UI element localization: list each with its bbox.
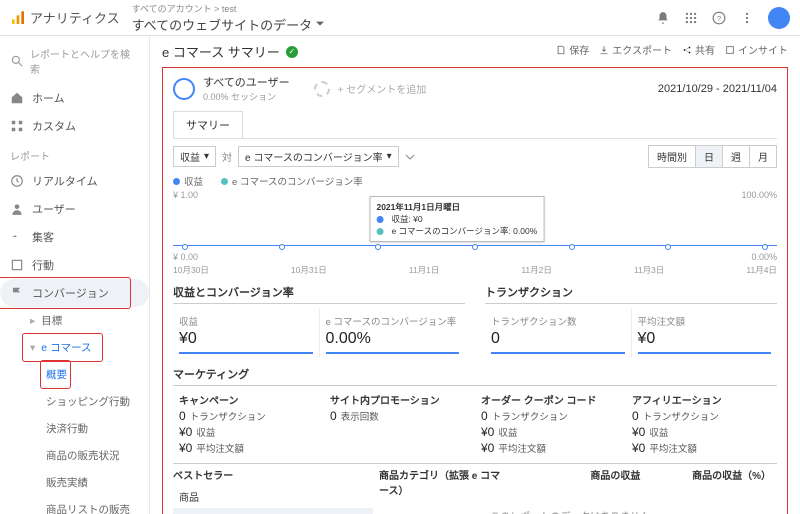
- best-table-header: 商品カテゴリ（拡張 e コマース）商品の収益商品の収益（%）: [373, 464, 777, 500]
- marketing-header: マーケティング: [173, 366, 777, 386]
- y-left-min: ¥ 0.00: [173, 252, 198, 262]
- sidebar-overview[interactable]: 概要: [0, 361, 149, 388]
- segment-all-users[interactable]: すべてのユーザー0.00% セッション: [173, 74, 290, 103]
- y-right-min: 0.00%: [751, 252, 777, 262]
- sidebar-realtime[interactable]: リアルタイム: [0, 167, 149, 195]
- add-segment[interactable]: + セグメントを追加: [314, 74, 427, 103]
- plus-circle-icon: [314, 81, 330, 97]
- date-range-picker[interactable]: 2021/10/29 - 2021/11/04: [658, 83, 777, 95]
- avatar[interactable]: [768, 7, 790, 29]
- sidebar-acquisition[interactable]: 集客: [0, 223, 149, 251]
- legend-revenue: 収益: [173, 174, 203, 188]
- sidebar-ecommerce[interactable]: ▾e コマース: [0, 334, 149, 361]
- sidebar-checkout[interactable]: 決済行動: [0, 415, 149, 442]
- best-row-item[interactable]: 商品: [173, 485, 373, 508]
- segment-circle-icon: [173, 78, 195, 100]
- ga-logo[interactable]: アナリティクス: [10, 8, 120, 27]
- toggle-day[interactable]: 日: [695, 146, 722, 167]
- svg-text:?: ?: [717, 13, 721, 22]
- summary-tab[interactable]: サマリー: [173, 111, 243, 138]
- toggle-month[interactable]: 月: [749, 146, 776, 167]
- sidebar-product-sales[interactable]: 商品の販売状況: [0, 442, 149, 469]
- y-left-max: ¥ 1.00: [173, 190, 198, 200]
- sidebar-behavior[interactable]: 行動: [0, 251, 149, 279]
- sidebar-goals[interactable]: ▸目標: [0, 307, 149, 334]
- brand-text: アナリティクス: [30, 8, 120, 27]
- page-title: e コマース サマリー: [162, 42, 280, 61]
- legend-conv: e コマースのコンバージョン率: [221, 174, 363, 188]
- reports-label: レポート: [0, 140, 149, 167]
- sidebar-conversion[interactable]: コンバージョン: [0, 279, 149, 307]
- chevron-down-icon[interactable]: [405, 152, 415, 162]
- apps-icon[interactable]: [684, 11, 698, 25]
- more-vert-icon[interactable]: [740, 11, 754, 25]
- behavior-icon: [10, 258, 24, 272]
- sidebar-shopping[interactable]: ショッピング行動: [0, 388, 149, 415]
- sidebar-sales-perf[interactable]: 販売実績: [0, 469, 149, 496]
- vs-label: 対: [222, 149, 232, 164]
- search-input[interactable]: レポートとヘルプを検索: [0, 42, 149, 84]
- acquisition-icon: [10, 230, 24, 244]
- line-chart[interactable]: 2021年11月1日月曜日 収益: ¥0 e コマースのコンバージョン率: 0.…: [173, 202, 777, 250]
- y-right-max: 100.00%: [741, 190, 777, 200]
- x-axis-ticks: 10月30日10月31日11月1日11月2日11月3日11月4日: [173, 264, 777, 276]
- mkt-affiliate: アフィリエーション 0トランザクション ¥0収益 ¥0平均注文額: [626, 390, 777, 457]
- sidebar-user[interactable]: ユーザー: [0, 195, 149, 223]
- page-tools: 保存 エクスポート 共有 インサイト: [556, 42, 788, 57]
- export-button[interactable]: エクスポート: [599, 42, 672, 57]
- verified-icon: ✓: [286, 46, 298, 58]
- sidebar-home[interactable]: ホーム: [0, 84, 149, 112]
- kpi-trans: トランザクション数0: [485, 308, 631, 358]
- mkt-coupon: オーダー クーポン コード 0トランザクション ¥0収益 ¥0平均注文額: [475, 390, 626, 457]
- time-toggle: 時間別 日 週 月: [648, 145, 777, 168]
- metric1-select[interactable]: 収益▾: [173, 146, 216, 167]
- help-icon[interactable]: ?: [712, 11, 726, 25]
- kpi-header-b: トランザクション: [485, 284, 777, 304]
- kpi-conv: e コマースのコンバージョン率0.00%: [319, 308, 466, 358]
- chart-tooltip: 2021年11月1日月曜日 収益: ¥0 e コマースのコンバージョン率: 0.…: [369, 196, 544, 242]
- home-icon: [10, 91, 24, 105]
- insight-button[interactable]: インサイト: [725, 42, 788, 57]
- account-breadcrumb[interactable]: すべてのアカウント > test: [132, 2, 325, 15]
- kpi-header-a: 収益とコンバージョン率: [173, 284, 465, 304]
- no-data-message: このレポートのデータはありません。: [373, 500, 777, 514]
- toggle-week[interactable]: 週: [722, 146, 749, 167]
- toggle-hour[interactable]: 時間別: [649, 146, 695, 167]
- best-row-category[interactable]: 商品カテゴリ（拡張 e コマース）▸: [173, 508, 373, 514]
- clock-icon: [10, 174, 24, 188]
- mkt-promo: サイト内プロモーション 0表示回数: [324, 390, 475, 457]
- custom-icon: [10, 119, 24, 133]
- sidebar-product-list[interactable]: 商品リストの販売状況: [0, 496, 149, 514]
- share-button[interactable]: 共有: [682, 42, 715, 57]
- sidebar-custom[interactable]: カスタム: [0, 112, 149, 140]
- sidebar: レポートとヘルプを検索 ホーム カスタム レポート リアルタイム ユーザー 集客…: [0, 36, 150, 514]
- view-title[interactable]: すべてのウェブサイトのデータ: [132, 15, 325, 34]
- search-icon: [10, 54, 24, 68]
- kpi-avg: 平均注文額¥0: [631, 308, 778, 358]
- kpi-revenue: 収益¥0: [173, 308, 319, 358]
- save-button[interactable]: 保存: [556, 42, 589, 57]
- mkt-campaign: キャンペーン 0トランザクション ¥0収益 ¥0平均注文額: [173, 390, 324, 457]
- bestseller-header: ベストセラー: [173, 464, 373, 485]
- user-icon: [10, 202, 24, 216]
- bell-icon[interactable]: [656, 11, 670, 25]
- metric2-select[interactable]: e コマースのコンバージョン率▾: [238, 146, 399, 167]
